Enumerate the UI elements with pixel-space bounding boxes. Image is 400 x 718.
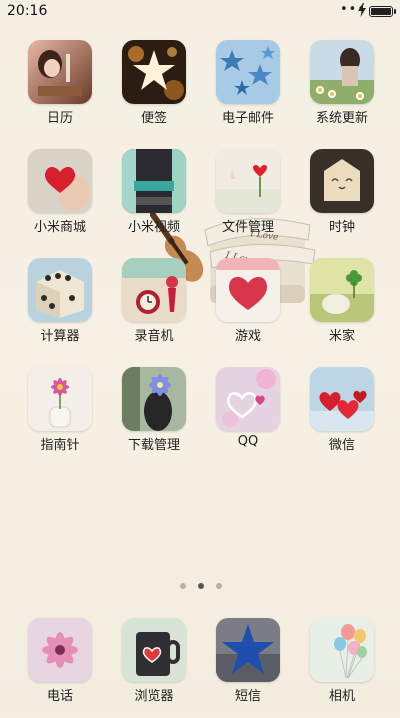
dock-messages[interactable]: 短信 <box>208 618 288 718</box>
camera-icon <box>310 618 374 682</box>
app-label: 相机 <box>328 689 355 704</box>
app-label: 指南针 <box>40 438 80 453</box>
dock-phone[interactable]: 电话 <box>20 618 100 718</box>
status-bar: 20:16 ••• <box>0 0 400 24</box>
file-manager-icon <box>216 149 280 213</box>
app-label: 电话 <box>46 689 73 704</box>
email-icon <box>216 40 280 104</box>
system-update-icon <box>310 40 374 104</box>
app-label: 微信 <box>328 438 355 453</box>
app-label: 文件管理 <box>221 220 274 235</box>
app-label: 电子邮件 <box>221 111 274 126</box>
notes-icon <box>122 40 186 104</box>
charging-icon <box>358 3 366 17</box>
download-manager-icon <box>122 367 186 431</box>
app-label: 米家 <box>328 329 355 344</box>
wechat-icon <box>310 367 374 431</box>
app-label: 小米视频 <box>127 220 180 235</box>
app-download-manager[interactable]: 下载管理 <box>114 367 194 467</box>
calculator-icon <box>28 258 92 322</box>
browser-icon <box>122 618 186 682</box>
app-label: 录音机 <box>134 329 174 344</box>
compass-icon <box>28 367 92 431</box>
app-qq[interactable]: QQ <box>208 367 288 467</box>
app-compass[interactable]: 指南针 <box>20 367 100 467</box>
app-clock[interactable]: 时钟 <box>302 149 382 249</box>
app-mi-store[interactable]: 小米商城 <box>20 149 100 249</box>
page-dot-active[interactable] <box>198 583 204 589</box>
app-label: 短信 <box>234 689 261 704</box>
app-label: 时钟 <box>328 220 355 235</box>
app-label: QQ <box>237 434 259 449</box>
mijia-icon <box>310 258 374 322</box>
game-icon <box>216 258 280 322</box>
app-label: 浏览器 <box>134 689 174 704</box>
dock-camera[interactable]: 相机 <box>302 618 382 718</box>
app-label: 便签 <box>140 111 167 126</box>
dock-browser[interactable]: 浏览器 <box>114 618 194 718</box>
app-mijia[interactable]: 米家 <box>302 258 382 358</box>
app-mi-video[interactable]: 小米视频 <box>114 149 194 249</box>
page-dot[interactable] <box>180 583 186 589</box>
app-notes[interactable]: 便签 <box>114 40 194 140</box>
app-recorder[interactable]: 录音机 <box>114 258 194 358</box>
app-calculator[interactable]: 计算器 <box>20 258 100 358</box>
mi-store-icon <box>28 149 92 213</box>
app-wechat[interactable]: 微信 <box>302 367 382 467</box>
app-label: 日历 <box>46 111 73 126</box>
clock-icon <box>310 149 374 213</box>
battery-icon <box>369 6 396 17</box>
page-indicator <box>178 583 224 591</box>
status-time: 20:16 <box>7 3 48 19</box>
phone-icon <box>28 618 92 682</box>
qq-icon <box>216 367 280 431</box>
app-label: 游戏 <box>234 329 261 344</box>
app-calendar[interactable]: 日历 <box>20 40 100 140</box>
app-file-manager[interactable]: 文件管理 <box>208 149 288 249</box>
messages-icon <box>216 618 280 682</box>
app-label: 小米商城 <box>33 220 86 235</box>
app-label: 下载管理 <box>127 438 180 453</box>
mi-video-icon <box>122 149 186 213</box>
app-email[interactable]: 电子邮件 <box>208 40 288 140</box>
app-label: 系统更新 <box>315 111 368 126</box>
app-game[interactable]: 游戏 <box>208 258 288 358</box>
app-system-update[interactable]: 系统更新 <box>302 40 382 140</box>
app-label: 计算器 <box>40 329 80 344</box>
calendar-icon <box>28 40 92 104</box>
recorder-icon <box>122 258 186 322</box>
page-dot[interactable] <box>216 583 222 589</box>
